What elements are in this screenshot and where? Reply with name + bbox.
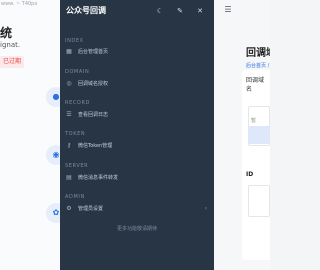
- sidebar-item-label: 微信消息事件转发: [78, 175, 119, 181]
- globe-icon: ◎: [66, 80, 72, 87]
- page-title: 统: [0, 26, 13, 40]
- id-field[interactable]: [248, 185, 270, 217]
- sidebar-item-label: 后台管理首页: [78, 49, 109, 55]
- grid-icon: ▦: [66, 48, 72, 55]
- close-icon[interactable]: ✕: [194, 5, 206, 17]
- background-page-right: ☰ 回调域 后台首页 / 回调域名 暂 ID: [214, 0, 270, 270]
- section-label: ADMIN: [65, 194, 85, 200]
- shortcut-button[interactable]: ✿: [46, 203, 60, 223]
- key-icon: ⚷: [66, 142, 72, 149]
- sidebar-drawer: 公众号回调 ☾ ✎ ✕ INDEX ▦ 后台管理首页 DOMAIN ◎ 回调域名…: [60, 0, 214, 270]
- action-button[interactable]: [248, 126, 270, 144]
- sidebar-item-label: 回调域名授权: [78, 81, 109, 87]
- list-icon: ☰: [66, 111, 72, 118]
- chevron-left-icon: ‹: [204, 205, 207, 212]
- edit-icon[interactable]: ✎: [174, 5, 186, 17]
- content-card: [242, 70, 270, 260]
- sidebar-item-record[interactable]: ☰ 查看回调日志: [65, 109, 207, 121]
- url-strip: www. ~ T40px: [1, 1, 38, 7]
- shortcut-icon: ●: [52, 92, 60, 101]
- shortcut-icon: ◉: [52, 150, 60, 159]
- sidebar-item-token[interactable]: ⚷ 微信Token管理: [65, 140, 207, 152]
- gear-icon: ⚙: [66, 205, 72, 212]
- sidebar-item-label: 查看回调日志: [78, 112, 109, 118]
- sidebar-item-label: 微信Token管理: [78, 143, 113, 149]
- drawer-header: 公众号回调 ☾ ✎ ✕: [60, 0, 214, 22]
- page-title: 回调域: [246, 48, 270, 59]
- status-badge: 已过期: [0, 56, 25, 68]
- background-page-left: www. ~ T40px 统 ignat. 已过期 ● ◉ ✿: [0, 0, 60, 270]
- breadcrumb[interactable]: 后台首页 /: [246, 62, 269, 69]
- shortcut-button[interactable]: ◉: [46, 145, 60, 165]
- section-label: DOMAIN: [65, 69, 90, 75]
- drawer-footer-note: 更多功能敬请期待: [116, 226, 157, 232]
- section-label: SERVER: [65, 163, 89, 169]
- sidebar-item-admin[interactable]: ⚙ 管理员设置 ‹: [65, 203, 207, 215]
- section-label: TOKEN: [65, 131, 86, 137]
- field-label: 回调域名: [246, 77, 265, 93]
- users-icon: ✿: [52, 208, 60, 217]
- field-hint: 暂: [251, 118, 257, 124]
- sidebar-item-domain[interactable]: ◎ 回调域名授权: [65, 78, 207, 90]
- section-label: INDEX: [65, 38, 84, 44]
- shortcut-button[interactable]: ●: [46, 87, 60, 107]
- sidebar-item-label: 管理员设置: [78, 206, 104, 212]
- drawer-title: 公众号回调: [66, 6, 106, 15]
- id-label: ID: [246, 171, 254, 178]
- moon-icon[interactable]: ☾: [154, 5, 166, 17]
- section-label: RECORD: [65, 100, 90, 106]
- menu-icon[interactable]: ☰: [222, 4, 234, 16]
- sidebar-item-server[interactable]: ▤ 微信消息事件转发: [65, 172, 207, 184]
- sidebar-item-index[interactable]: ▦ 后台管理首页: [65, 46, 207, 58]
- server-icon: ▤: [66, 174, 72, 181]
- page-subtitle: ignat.: [0, 41, 21, 49]
